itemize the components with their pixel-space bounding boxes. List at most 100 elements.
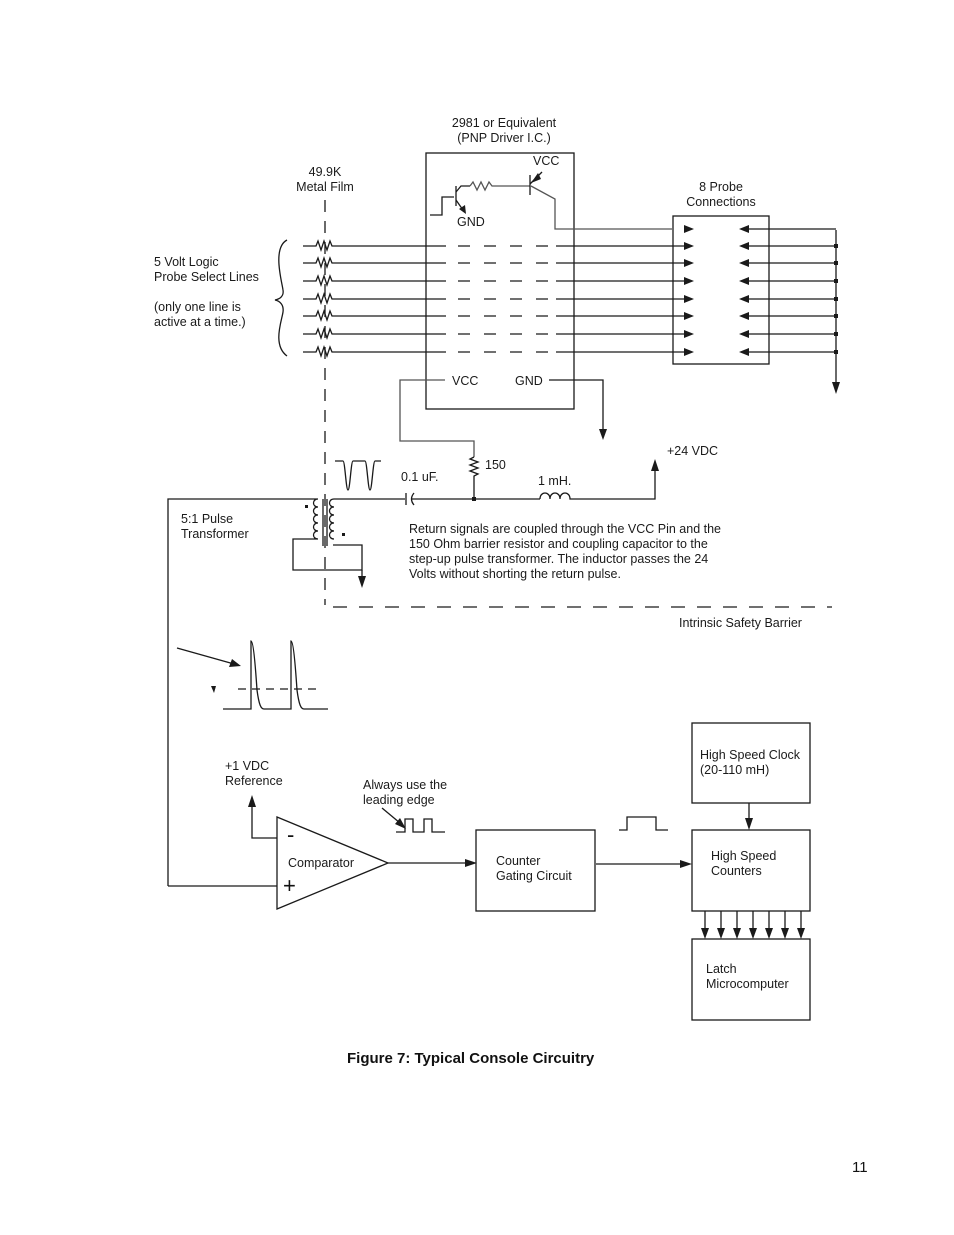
counters-label-1: High Speed: [711, 849, 776, 863]
edge-note-2: leading edge: [363, 793, 435, 807]
capacitor-label: 0.1 uF.: [401, 470, 439, 484]
bus-arrow-icon: [733, 928, 741, 939]
latch-microcomputer-block: Latch Microcomputer: [691, 938, 811, 1021]
probe-select-label-1: 5 Volt Logic: [154, 255, 219, 269]
secondary-coil-icon: [328, 498, 335, 540]
driver-ic: 2981 or Equivalent (PNP Driver I.C.) VCC…: [399, 116, 694, 457]
probe-in-arrow-icon: [739, 277, 749, 285]
counter-data-bus: [701, 911, 805, 939]
supply-arrow-icon: [651, 459, 659, 471]
probe-select-line: [303, 308, 694, 323]
probe-return-line: [739, 277, 838, 285]
clock-label-2: (20-110 mH): [700, 763, 769, 777]
edge-pointer-line: [381, 807, 401, 824]
resistor-value-label: 49.9K: [309, 165, 342, 179]
driver-vcc-pin-label: VCC: [452, 374, 478, 388]
probe-select-line: [303, 344, 694, 359]
probe-return-line: [739, 225, 836, 233]
driver-ic-subtitle: (PNP Driver I.C.): [457, 131, 551, 145]
latch-label-1: Latch: [706, 962, 737, 976]
probe-in-arrow-icon: [739, 295, 749, 303]
probe-select-note-2: active at a time.): [154, 315, 246, 329]
gnd-pin-wire: [549, 379, 604, 430]
probe-return-line: [739, 295, 838, 303]
ground-arrow-icon: [599, 429, 607, 440]
bus-arrow-icon: [749, 928, 757, 939]
probe-select-line: [303, 326, 694, 341]
driver-gnd-pin-label: GND: [515, 374, 543, 388]
comparator-output-arrow-icon: [465, 859, 477, 867]
clock-output-arrow-icon: [745, 818, 753, 830]
data-bus-line: [733, 911, 741, 939]
bus-arrow-icon: [717, 928, 725, 939]
probe-return-line: [739, 259, 838, 267]
probe-in-arrow-icon: [739, 312, 749, 320]
transformer-label-1: 5:1 Pulse: [181, 512, 233, 526]
probe-out-arrow-icon: [684, 295, 694, 303]
probe-in-arrow-icon: [739, 330, 749, 338]
reference-label-1: +1 VDC: [225, 759, 269, 773]
probe-select-label-2: Probe Select Lines: [154, 270, 259, 284]
probe-in-arrow-icon: [739, 259, 749, 267]
data-bus-line: [797, 911, 805, 939]
curly-brace-icon: [274, 239, 288, 357]
probe-in-arrow-icon: [739, 348, 749, 356]
probe-return-line: [739, 242, 838, 250]
probe-return-line: [739, 312, 838, 320]
probe-select-lines: [303, 238, 694, 359]
gating-output-arrow-icon: [680, 860, 692, 868]
return-bus-arrow-icon: [832, 382, 840, 394]
comparator-minus: -: [287, 822, 294, 847]
driver-ic-box: [425, 152, 575, 410]
barrier-label: Intrinsic Safety Barrier: [679, 616, 802, 630]
document-page: 2981 or Equivalent (PNP Driver I.C.) VCC…: [0, 0, 954, 1235]
gate-window-pulse-icon: [619, 816, 668, 831]
pulse-transformer: 5:1 Pulse Transformer: [167, 498, 366, 886]
probe-return-line: [739, 348, 838, 356]
probe-out-arrow-icon: [684, 330, 694, 338]
probe-return-lines: [739, 225, 838, 356]
barrier-resistor-label: 150: [485, 458, 506, 472]
probe-select-line: [303, 291, 694, 306]
figure-caption: Figure 7: Typical Console Circuitry: [347, 1050, 595, 1067]
reference-arrow-icon: [248, 795, 256, 807]
bus-arrow-icon: [797, 928, 805, 939]
driver-vcc-top-label: VCC: [533, 154, 559, 168]
polarity-dot-secondary: [342, 533, 345, 536]
data-bus-line: [701, 911, 709, 939]
reference-wire: [251, 806, 277, 839]
probe-return-line: [739, 330, 838, 338]
high-speed-counters-block: High Speed Counters: [691, 829, 811, 912]
barrier-network: 150 0.1 uF. 1 mH. +24 VDC Return signals…: [333, 444, 832, 630]
resistor-icon: [303, 273, 446, 288]
probe-out-arrow-icon: [684, 277, 694, 285]
data-bus-line: [781, 911, 789, 939]
resistor-type-label: Metal Film: [296, 180, 354, 194]
data-bus-line: [765, 911, 773, 939]
probe-in-arrow-icon: [739, 242, 749, 250]
probe-out-arrow-icon: [684, 242, 694, 250]
amplified-pulse-waveform: [176, 640, 328, 710]
probe-in-arrow-icon: [739, 225, 749, 233]
barrier-note-2: 150 Ohm barrier resistor and coupling ca…: [409, 537, 708, 551]
reference-label-2: Reference: [225, 774, 283, 788]
high-speed-clock-block: High Speed Clock (20-110 mH): [691, 722, 811, 830]
pnp-transistor-icon: [529, 171, 694, 233]
amplified-pulse-icon: [223, 640, 328, 710]
bus-arrow-icon: [765, 928, 773, 939]
comparator-label: Comparator: [288, 856, 354, 870]
probe-out-arrow-icon: [684, 259, 694, 267]
comparator: - + Comparator +1 VDC Reference Always u…: [168, 759, 477, 910]
clock-label-1: High Speed Clock: [700, 748, 801, 762]
transformer-label-2: Transformer: [181, 527, 249, 541]
probe-select-line: [303, 255, 694, 270]
probe-select-line: [303, 238, 694, 253]
supply-label: +24 VDC: [667, 444, 718, 458]
barrier-note-1: Return signals are coupled through the V…: [409, 522, 721, 536]
latch-label-2: Microcomputer: [706, 977, 789, 991]
driver-gnd-label: GND: [457, 215, 485, 229]
return-pulse-waveform-icon: [335, 460, 381, 491]
driver-ic-title: 2981 or Equivalent: [452, 116, 557, 130]
internal-resistor-icon: [469, 180, 530, 192]
vcc-pin-wire: [399, 379, 475, 457]
